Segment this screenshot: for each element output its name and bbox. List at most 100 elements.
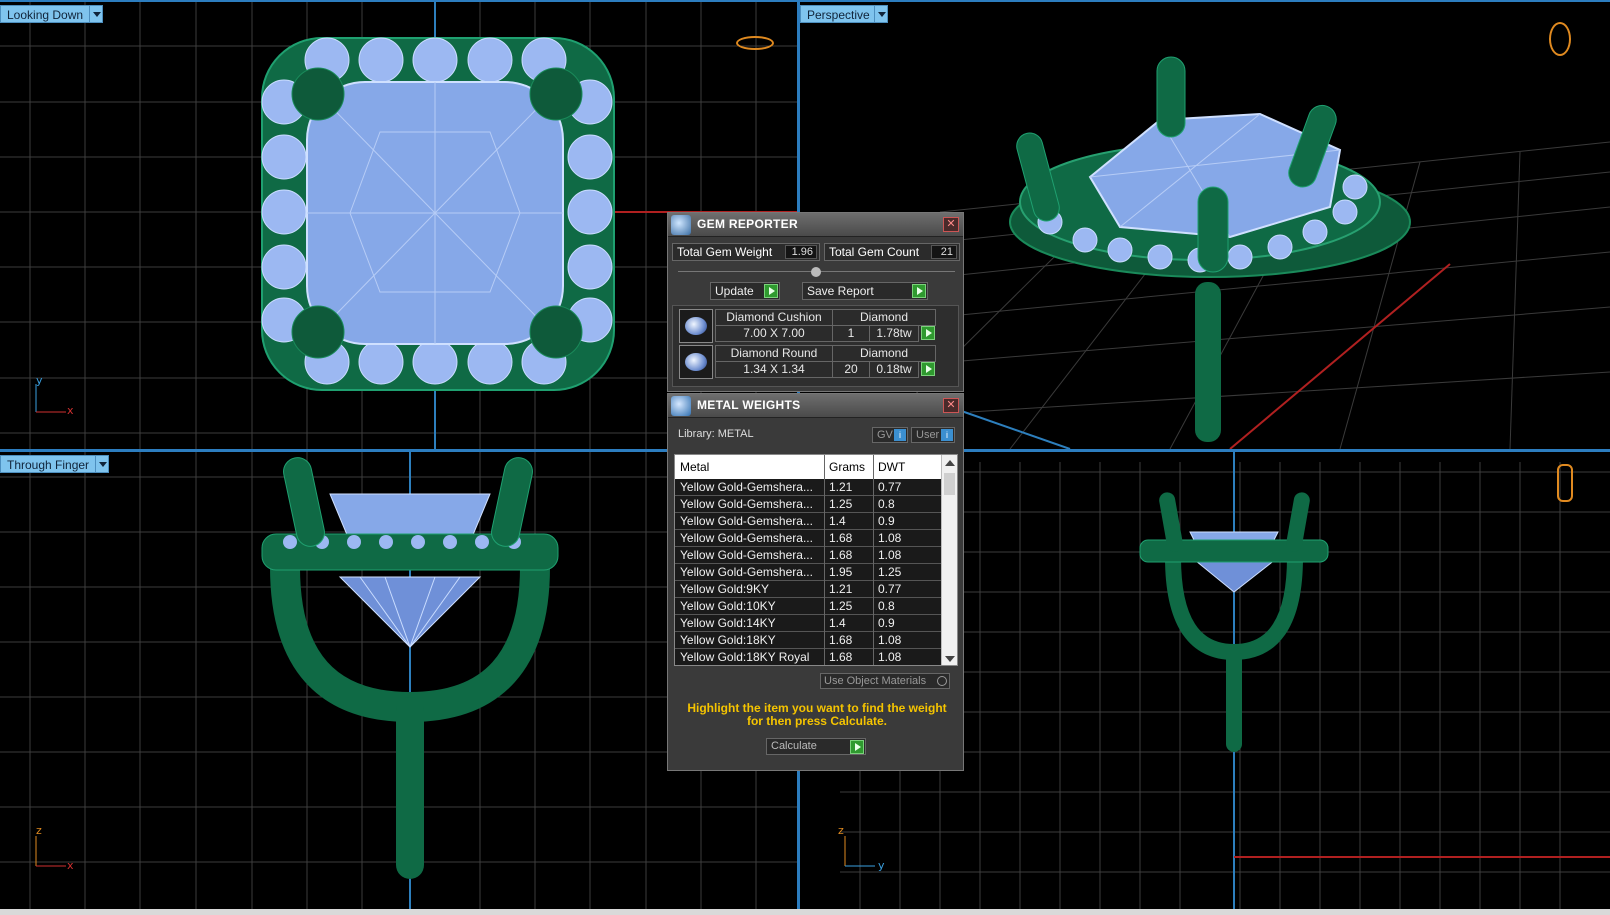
total-gem-weight: Total Gem Weight 1.96 bbox=[672, 243, 820, 261]
column-header-metal[interactable]: Metal bbox=[680, 460, 709, 474]
metal-name-cell: Yellow Gold-Gemshera... bbox=[680, 480, 813, 494]
play-icon bbox=[850, 740, 864, 754]
play-icon bbox=[912, 284, 926, 298]
grams-cell: 1.21 bbox=[829, 582, 853, 596]
grams-cell: 1.68 bbox=[829, 633, 853, 647]
metal-weights-panel: METAL WEIGHTS ✕ Library: METAL GV i User… bbox=[667, 393, 964, 771]
status-strip bbox=[0, 909, 1610, 915]
grams-cell: 1.68 bbox=[829, 650, 853, 664]
grams-cell: 1.68 bbox=[829, 548, 853, 562]
gem-size: 1.34 X 1.34 bbox=[715, 361, 833, 378]
viewport-menu-dropdown[interactable] bbox=[874, 5, 888, 23]
view-orientation-icon[interactable] bbox=[1557, 464, 1573, 502]
column-header-grams[interactable]: Grams bbox=[829, 460, 865, 474]
metal-name-cell: Yellow Gold-Gemshera... bbox=[680, 497, 813, 511]
play-icon bbox=[764, 284, 778, 298]
metal-name-cell: Yellow Gold-Gemshera... bbox=[680, 548, 813, 562]
gem-details-arrow-icon[interactable] bbox=[921, 362, 935, 376]
calculate-button-label: Calculate bbox=[771, 740, 817, 752]
close-icon[interactable]: ✕ bbox=[943, 398, 959, 413]
metal-name-cell: Yellow Gold:18KY bbox=[680, 633, 776, 647]
metal-table-row[interactable]: Yellow Gold:9KY 1.21 0.77 bbox=[675, 581, 941, 598]
gem-size: 7.00 X 7.00 bbox=[715, 325, 833, 342]
metal-name-cell: Yellow Gold:18KY Royal bbox=[680, 650, 810, 664]
gem-row[interactable]: Diamond Round 1.34 X 1.34 Diamond 20 0.1… bbox=[679, 345, 954, 379]
collapse-divider[interactable] bbox=[678, 267, 955, 277]
close-icon[interactable]: ✕ bbox=[943, 217, 959, 232]
viewport-menu-dropdown[interactable] bbox=[89, 5, 103, 23]
total-gem-weight-value: 1.96 bbox=[785, 245, 817, 259]
update-button[interactable]: Update bbox=[710, 282, 780, 300]
scroll-down-icon[interactable] bbox=[945, 656, 955, 662]
dwt-cell: 0.9 bbox=[878, 616, 895, 630]
gem-name: Diamond Round bbox=[715, 345, 833, 362]
update-button-label: Update bbox=[715, 284, 754, 298]
use-object-materials-checkbox[interactable]: Use Object Materials bbox=[820, 673, 950, 689]
metal-table-row[interactable]: Yellow Gold:10KY 1.25 0.8 bbox=[675, 598, 941, 615]
metal-table-row[interactable]: Yellow Gold:14KY 1.4 0.9 bbox=[675, 615, 941, 632]
scroll-up-icon[interactable] bbox=[945, 460, 955, 466]
save-report-button-label: Save Report bbox=[807, 284, 874, 298]
gv-toggle-label: GV bbox=[877, 429, 893, 441]
total-gem-count-value: 21 bbox=[931, 245, 957, 259]
total-gem-count: Total Gem Count 21 bbox=[824, 243, 960, 261]
gv-toggle[interactable]: GV i bbox=[872, 427, 908, 443]
dwt-cell: 1.08 bbox=[878, 650, 902, 664]
user-toggle-label: User bbox=[916, 429, 940, 441]
grams-cell: 1.25 bbox=[829, 497, 853, 511]
calculate-button[interactable]: Calculate bbox=[766, 738, 866, 755]
info-icon: i bbox=[941, 429, 953, 441]
viewport-label[interactable]: Perspective bbox=[800, 5, 877, 23]
grams-cell: 1.25 bbox=[829, 599, 853, 613]
dwt-cell: 0.77 bbox=[878, 480, 902, 494]
axis-x-label: x bbox=[67, 404, 74, 417]
metal-table-row[interactable]: Yellow Gold-Gemshera... 1.4 0.9 bbox=[675, 513, 941, 530]
grams-cell: 1.21 bbox=[829, 480, 853, 494]
metal-name-cell: Yellow Gold:14KY bbox=[680, 616, 776, 630]
gem-weight: 1.78tw bbox=[869, 325, 919, 342]
metal-table-row[interactable]: Yellow Gold:18KY 1.68 1.08 bbox=[675, 632, 941, 649]
view-orientation-icon[interactable] bbox=[1549, 22, 1571, 56]
library-label: Library: METAL bbox=[678, 428, 754, 440]
dwt-cell: 0.77 bbox=[878, 582, 902, 596]
metal-table-row[interactable]: Yellow Gold-Gemshera... 1.25 0.8 bbox=[675, 496, 941, 513]
dwt-cell: 1.08 bbox=[878, 531, 902, 545]
viewport-label[interactable]: Looking Down bbox=[0, 5, 91, 23]
column-header-dwt[interactable]: DWT bbox=[878, 460, 905, 474]
metal-weights-titlebar[interactable]: METAL WEIGHTS ✕ bbox=[668, 394, 963, 418]
metal-table-scrollbar[interactable] bbox=[941, 455, 957, 665]
grams-cell: 1.4 bbox=[829, 514, 846, 528]
metal-table-header: Metal Grams DWT bbox=[675, 455, 943, 479]
dwt-cell: 1.25 bbox=[878, 565, 902, 579]
viewport-label[interactable]: Through Finger bbox=[0, 455, 97, 473]
gem-reporter-titlebar[interactable]: GEM REPORTER ✕ bbox=[668, 213, 963, 237]
scroll-thumb[interactable] bbox=[944, 473, 955, 495]
gem-count: 1 bbox=[832, 325, 870, 342]
save-report-button[interactable]: Save Report bbox=[802, 282, 928, 300]
metal-table-row[interactable]: Yellow Gold-Gemshera... 1.68 1.08 bbox=[675, 530, 941, 547]
metal-weights-icon bbox=[671, 396, 691, 416]
axis-z-label: z bbox=[838, 824, 844, 837]
metal-name-cell: Yellow Gold:9KY bbox=[680, 582, 769, 596]
panel-title: METAL WEIGHTS bbox=[697, 398, 801, 412]
axis-z-label: z bbox=[36, 824, 42, 837]
metal-table-row[interactable]: Yellow Gold-Gemshera... 1.21 0.77 bbox=[675, 479, 941, 496]
gem-material: Diamond bbox=[832, 345, 936, 362]
gem-details-arrow-icon[interactable] bbox=[921, 326, 935, 340]
metal-name-cell: Yellow Gold-Gemshera... bbox=[680, 514, 813, 528]
metal-table: Metal Grams DWT Yellow Gold-Gemshera... 1… bbox=[674, 454, 958, 666]
grams-cell: 1.68 bbox=[829, 531, 853, 545]
view-orientation-icon[interactable] bbox=[736, 36, 774, 50]
instruction-text: Highlight the item you want to find the … bbox=[687, 701, 947, 728]
metal-table-row[interactable]: Yellow Gold-Gemshera... 1.68 1.08 bbox=[675, 547, 941, 564]
gem-row[interactable]: Diamond Cushion 7.00 X 7.00 Diamond 1 1.… bbox=[679, 309, 954, 343]
grams-cell: 1.95 bbox=[829, 565, 853, 579]
use-object-materials-label: Use Object Materials bbox=[824, 675, 927, 687]
viewport-menu-dropdown[interactable] bbox=[95, 455, 109, 473]
metal-table-row[interactable]: Yellow Gold-Gemshera... 1.95 1.25 bbox=[675, 564, 941, 581]
metal-table-row[interactable]: Yellow Gold:18KY Royal 1.68 1.08 bbox=[675, 649, 941, 665]
collapse-icon[interactable] bbox=[811, 267, 821, 277]
user-toggle[interactable]: User i bbox=[911, 427, 955, 443]
dwt-cell: 1.08 bbox=[878, 548, 902, 562]
total-gem-weight-label: Total Gem Weight bbox=[677, 245, 773, 259]
